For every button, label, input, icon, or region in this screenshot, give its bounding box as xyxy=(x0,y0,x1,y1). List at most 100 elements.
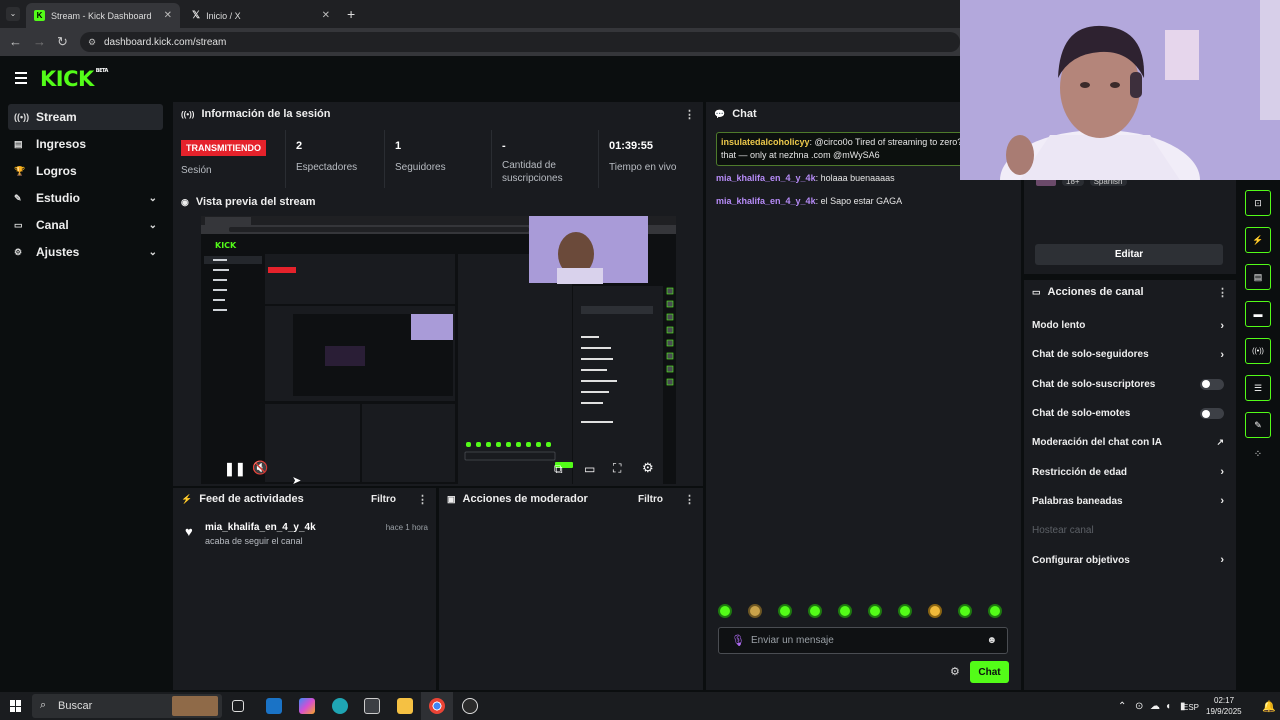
emote-icon[interactable] xyxy=(748,604,762,618)
obs-icon[interactable] xyxy=(462,698,478,714)
moderator-filter-button[interactable]: Filtro xyxy=(638,494,663,505)
beta-badge: BETA xyxy=(95,68,109,74)
action-label: Hostear canal xyxy=(1032,525,1094,537)
close-tab-icon[interactable]: ✕ xyxy=(322,10,330,21)
chevron-down-icon: ⌄ xyxy=(148,246,157,258)
action-moderacion-ia[interactable]: Moderación del chat con IA ↗ xyxy=(1024,428,1236,457)
svg-text:KICK: KICK xyxy=(215,241,237,250)
reload-icon[interactable]: ↻ xyxy=(57,35,68,48)
chat-username[interactable]: mia_khalifa_en_4_y_4k xyxy=(716,196,816,206)
more-options-icon[interactable]: ⋮ xyxy=(1217,286,1228,299)
menu-hamburger-icon[interactable] xyxy=(15,72,27,84)
tab-x-inicio[interactable]: 𝕏 Inicio / X ✕ xyxy=(184,3,338,28)
sidebar-item-ajustes[interactable]: ⚙ Ajustes ⌄ xyxy=(8,239,163,265)
kick-logo[interactable]: KICK BETA xyxy=(40,67,108,91)
subscribers-only-toggle[interactable] xyxy=(1200,378,1224,390)
action-solo-seguidores[interactable]: Chat de solo-seguidores › xyxy=(1024,340,1236,369)
stat-label: Sesión xyxy=(181,165,212,176)
clock-date[interactable]: 19/9/2025 xyxy=(1206,707,1242,716)
broadcast-icon: ((•)) xyxy=(181,109,195,119)
sidebar-item-label: Ajustes xyxy=(36,245,80,259)
back-icon[interactable]: ← xyxy=(9,35,22,48)
lightning-icon[interactable]: ⚡ xyxy=(1245,227,1271,253)
mute-icon[interactable]: 🔇 xyxy=(252,460,268,476)
tab-search-dropdown[interactable]: ⌄ xyxy=(6,7,20,21)
clock-time[interactable]: 02:17 xyxy=(1214,696,1234,705)
sidebar-item-canal[interactable]: ▭ Canal ⌄ xyxy=(8,212,163,238)
new-tab-icon[interactable]: + xyxy=(347,6,355,22)
session-stats: TRANSMITIENDO Sesión 2 Espectadores 1 Se… xyxy=(181,130,695,188)
more-options-icon[interactable]: ⋮ xyxy=(684,108,695,121)
action-label: Restricción de edad xyxy=(1032,466,1128,478)
sidebar: ((•)) Stream ▤ Ingresos 🏆 Logros ✎ Estud… xyxy=(0,104,170,266)
sidebar-item-estudio[interactable]: ✎ Estudio ⌄ xyxy=(8,185,163,211)
outlook-icon[interactable] xyxy=(266,698,282,714)
file-explorer-icon[interactable] xyxy=(397,698,413,714)
tab-kick-dashboard[interactable]: K Stream - Kick Dashboard ✕ xyxy=(26,3,180,28)
store-icon[interactable] xyxy=(364,698,380,714)
stream-preview-thumbnail: KICK xyxy=(201,216,676,484)
chat-input-placeholder: Enviar un mensaje xyxy=(751,635,834,646)
url-field[interactable]: ⚙ dashboard.kick.com/stream xyxy=(80,32,960,52)
settings-gear-icon[interactable]: ⚙ xyxy=(642,460,654,476)
sidebar-item-logros[interactable]: 🏆 Logros xyxy=(8,158,163,184)
notification-bell-icon[interactable]: 🔔 xyxy=(1262,700,1276,713)
chrome-icon[interactable] xyxy=(429,698,445,714)
action-label: Configurar objetivos xyxy=(1032,554,1130,566)
action-configurar-objetivos[interactable]: Configurar objetivos › xyxy=(1024,545,1236,574)
layout-icon[interactable]: ☰ xyxy=(1245,375,1271,401)
more-options-icon[interactable]: ⋮ xyxy=(684,493,695,506)
document-icon[interactable]: ▤ xyxy=(1245,264,1271,290)
picture-in-picture-icon[interactable]: ⧉ xyxy=(554,462,563,477)
tray-app-icon[interactable]: ⊙ xyxy=(1135,701,1143,712)
pause-icon[interactable]: ❚❚ xyxy=(224,461,246,477)
emote-icon[interactable] xyxy=(778,604,792,618)
fullscreen-icon[interactable]: ⛶ xyxy=(613,461,621,476)
action-palabras-baneadas[interactable]: Palabras baneadas › xyxy=(1024,487,1236,516)
chat-message-input[interactable]: 🎙 Enviar un mensaje ☻ xyxy=(718,627,1008,654)
wrench-icon[interactable]: ✎ xyxy=(1245,412,1271,438)
more-options-icon[interactable]: ⋮ xyxy=(417,493,428,506)
language-indicator[interactable]: ESP xyxy=(1183,703,1199,712)
forward-icon[interactable]: → xyxy=(33,35,46,48)
broadcast-icon[interactable]: ((•)) xyxy=(1245,338,1271,364)
tray-chevron-up-icon[interactable]: ⌃ xyxy=(1118,701,1126,712)
taskbar-search-input[interactable]: ⌕ Buscar xyxy=(32,694,222,718)
emote-icon[interactable] xyxy=(838,604,852,618)
action-restriccion-edad[interactable]: Restricción de edad › xyxy=(1024,457,1236,486)
emotes-only-toggle[interactable] xyxy=(1200,408,1224,420)
edge-icon[interactable] xyxy=(332,698,348,714)
microphone-icon[interactable]: 🎙 xyxy=(731,634,745,647)
theater-mode-icon[interactable]: ▭ xyxy=(584,462,595,476)
chat-username[interactable]: mia_khalifa_en_4_y_4k xyxy=(716,173,816,183)
emote-icon[interactable] xyxy=(718,604,732,618)
volume-icon[interactable]: ◖ xyxy=(1165,701,1171,712)
emote-icon[interactable] xyxy=(898,604,912,618)
emote-icon[interactable] xyxy=(808,604,822,618)
action-modo-lento[interactable]: Modo lento › xyxy=(1024,311,1236,340)
camera-icon[interactable]: ⊡ xyxy=(1245,190,1271,216)
emote-icon[interactable] xyxy=(928,604,942,618)
windows-start-icon[interactable] xyxy=(10,700,22,712)
emoji-icon[interactable]: ☻ xyxy=(986,635,997,646)
moderator-actions-panel: ▣ Acciones de moderador Filtro ⋮ xyxy=(439,488,703,690)
dots-icon[interactable]: ⁘ xyxy=(1245,449,1271,460)
site-info-icon[interactable]: ⚙ xyxy=(88,37,96,48)
close-tab-icon[interactable]: ✕ xyxy=(164,10,172,21)
chat-username[interactable]: insulatedalcoholicyy xyxy=(721,137,810,147)
task-view-icon[interactable] xyxy=(232,700,244,712)
network-icon[interactable]: ☁ xyxy=(1150,701,1160,712)
sidebar-item-ingresos[interactable]: ▤ Ingresos xyxy=(8,131,163,157)
activity-filter-button[interactable]: Filtro xyxy=(371,494,396,505)
sidebar-item-stream[interactable]: ((•)) Stream xyxy=(8,104,163,130)
kick-favicon-icon: K xyxy=(34,10,45,21)
emote-icon[interactable] xyxy=(988,604,1002,618)
emote-icon[interactable] xyxy=(958,604,972,618)
stream-preview-player[interactable]: KICK ❚❚ 🔇 ⧉ ▭ ⛶ ⚙ ➤ xyxy=(201,216,676,484)
copilot-icon[interactable] xyxy=(299,698,315,714)
chat-bubble-icon[interactable]: ▬ xyxy=(1245,301,1271,327)
chat-settings-gear-icon[interactable]: ⚙ xyxy=(950,665,960,678)
edit-channel-button[interactable]: Editar xyxy=(1035,244,1223,265)
send-chat-button[interactable]: Chat xyxy=(970,661,1009,683)
emote-icon[interactable] xyxy=(868,604,882,618)
